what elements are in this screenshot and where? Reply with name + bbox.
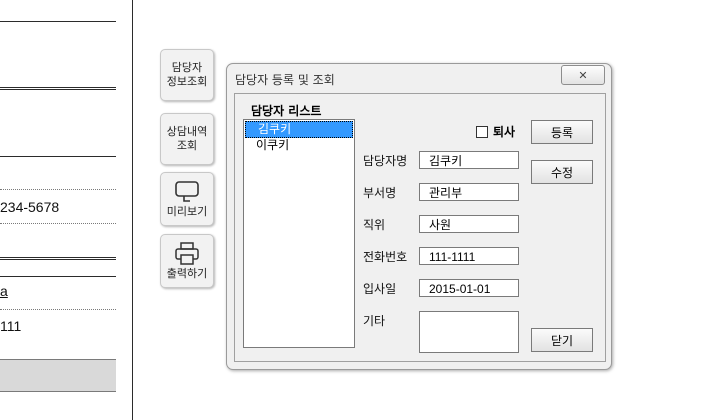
checkbox-box[interactable] bbox=[476, 125, 488, 138]
phone-label: 전화번호 bbox=[363, 250, 408, 264]
dept-label: 부서명 bbox=[363, 186, 397, 200]
print-label: 출력하기 bbox=[166, 266, 208, 280]
close-icon[interactable]: ✕ bbox=[561, 65, 605, 85]
fragment-cell[interactable]: a bbox=[0, 283, 8, 299]
edit-button[interactable]: 수정 bbox=[531, 160, 593, 184]
position-label: 직위 bbox=[363, 218, 386, 232]
retired-checkbox[interactable]: 퇴사 bbox=[476, 123, 515, 140]
note-label: 기타 bbox=[363, 314, 386, 328]
header-band bbox=[0, 359, 116, 392]
cell-border bbox=[0, 189, 116, 190]
cell-border bbox=[0, 276, 116, 277]
retired-label: 퇴사 bbox=[493, 125, 516, 139]
name-field[interactable]: 김쿠키 bbox=[419, 151, 519, 169]
spreadsheet-area: 234-5678 a 111 bbox=[0, 0, 133, 420]
hire-date-field[interactable]: 2015-01-01 bbox=[419, 279, 519, 297]
preview-label: 미리보기 bbox=[166, 204, 208, 218]
phone-cell[interactable]: 234-5678 bbox=[0, 199, 59, 215]
cell-border bbox=[0, 309, 116, 310]
dialog-title: 담당자 등록 및 조회 bbox=[235, 73, 335, 87]
list-item[interactable]: 김쿠키 bbox=[245, 121, 353, 138]
preview-button[interactable]: 미리보기 bbox=[160, 172, 214, 226]
dept-field[interactable]: 관리부 bbox=[419, 183, 519, 201]
cell-border bbox=[0, 87, 116, 90]
monitor-icon bbox=[175, 180, 199, 202]
number-cell[interactable]: 111 bbox=[0, 318, 21, 334]
cell-border bbox=[0, 223, 116, 224]
cell-border bbox=[0, 156, 116, 157]
hire-date-label: 입사일 bbox=[363, 282, 397, 296]
print-button[interactable]: 출력하기 bbox=[160, 234, 214, 288]
list-caption: 담당자 리스트 bbox=[251, 104, 322, 118]
consult-history-button[interactable]: 상담내역 조회 bbox=[160, 113, 214, 165]
phone-field[interactable]: 111-1111 bbox=[419, 247, 519, 265]
close-button[interactable]: 닫기 bbox=[531, 328, 593, 352]
cell-border bbox=[0, 21, 116, 22]
note-field[interactable] bbox=[419, 311, 519, 353]
position-field[interactable]: 사원 bbox=[419, 215, 519, 233]
cell-border bbox=[0, 257, 116, 260]
staff-dialog: 담당자 등록 및 조회 ✕ 담당자 리스트 김쿠키 이쿠키 퇴사 담당자명 김쿠… bbox=[226, 63, 612, 370]
list-item[interactable]: 이쿠키 bbox=[244, 138, 354, 153]
printer-icon bbox=[175, 241, 199, 265]
register-button[interactable]: 등록 bbox=[531, 120, 593, 144]
staff-info-button[interactable]: 담당자 정보조회 bbox=[160, 49, 214, 101]
staff-listbox[interactable]: 김쿠키 이쿠키 bbox=[243, 119, 355, 348]
name-label: 담당자명 bbox=[363, 154, 408, 168]
dialog-frame: 담당자 리스트 김쿠키 이쿠키 퇴사 담당자명 김쿠키 부서명 관리부 직위 사… bbox=[234, 93, 606, 362]
